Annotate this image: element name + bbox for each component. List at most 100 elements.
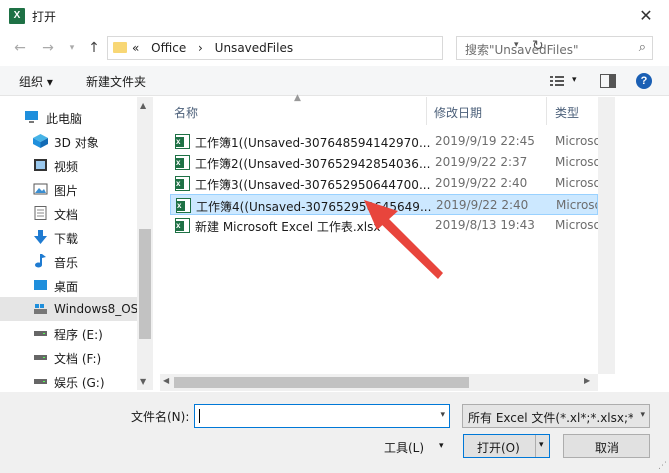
nav-item-downloads[interactable]: 下载 xyxy=(0,225,137,249)
os-drive-icon xyxy=(34,304,47,314)
column-header-type[interactable]: 类型 xyxy=(555,104,579,121)
tools-menu-button[interactable]: 工具(L) ▾ xyxy=(366,434,456,458)
text-caret xyxy=(199,409,200,423)
file-name: 工作簿1((Unsaved-307648594142970... xyxy=(195,136,431,150)
nav-item-label: 视频 xyxy=(54,160,79,174)
column-divider[interactable] xyxy=(546,97,547,125)
chevron-down-icon[interactable]: ▾ xyxy=(440,410,445,420)
file-row[interactable]: 新建 Microsoft Excel 工作表.xlsx 2019/8/13 19… xyxy=(170,215,598,236)
file-type: Microso xyxy=(555,176,598,190)
drive-icon xyxy=(34,379,47,384)
file-type: Microso xyxy=(555,155,598,169)
up-arrow-icon[interactable]: ↑ xyxy=(84,38,104,58)
file-row[interactable]: 工作簿1((Unsaved-307648594142970... 2019/9/… xyxy=(170,131,598,152)
file-name: 工作簿2((Unsaved-307652942854036... xyxy=(195,157,431,171)
column-divider[interactable] xyxy=(426,97,427,125)
excel-file-icon xyxy=(176,198,191,213)
file-row-selected[interactable]: 工作簿4((Unsaved-307652950645649... 2019/9/… xyxy=(170,194,598,215)
file-date: 2019/9/22 2:40 xyxy=(436,198,529,212)
new-folder-button[interactable]: 新建文件夹 xyxy=(86,73,146,90)
file-type: Microso xyxy=(555,134,598,148)
video-icon xyxy=(34,159,47,171)
drive-icon xyxy=(34,355,47,360)
nav-item-label: 程序 (E:) xyxy=(54,328,103,342)
view-dropdown-icon[interactable]: ▾ xyxy=(572,75,577,85)
excel-file-icon xyxy=(175,176,190,191)
chevron-down-icon[interactable]: ▾ xyxy=(62,38,82,58)
address-bar[interactable]: « Office › UnsavedFiles ▾ ↻ xyxy=(107,36,544,60)
file-date: 2019/9/19 22:45 xyxy=(435,134,535,148)
breadcrumb-office[interactable]: Office xyxy=(151,41,186,55)
nav-item-label: 文档 xyxy=(54,208,79,222)
nav-item-drive-e[interactable]: 程序 (E:) xyxy=(0,321,137,345)
breadcrumb-overflow[interactable]: « xyxy=(132,41,139,55)
nav-item-documents[interactable]: 文档 xyxy=(0,201,137,225)
file-row[interactable]: 工作簿2((Unsaved-307652942854036... 2019/9/… xyxy=(170,152,598,173)
excel-icon: X xyxy=(9,8,25,24)
scroll-right-icon[interactable]: ▶ xyxy=(584,376,590,385)
view-options-icon[interactable] xyxy=(549,74,565,88)
bottom-panel: 文件名(N): ▾ 所有 Excel 文件(*.xl*;*.xlsx;*.xl … xyxy=(0,392,669,473)
nav-item-pictures[interactable]: 图片 xyxy=(0,177,137,201)
chevron-down-icon[interactable]: ▾ xyxy=(640,410,645,420)
nav-item-windows8-os[interactable]: Windows8_OS xyxy=(0,297,139,321)
nav-item-this-pc[interactable]: 此电脑 xyxy=(0,105,137,129)
excel-file-icon xyxy=(175,134,190,149)
breadcrumb-separator[interactable]: › xyxy=(198,41,203,55)
column-header-name[interactable]: 名称 xyxy=(174,104,198,121)
picture-icon xyxy=(33,183,48,195)
resize-grip-icon[interactable]: ⋰ xyxy=(658,461,667,471)
open-button[interactable]: 打开(O) ▾ xyxy=(463,434,550,458)
file-type: Microso xyxy=(556,198,598,212)
filename-label: 文件名(N): xyxy=(131,410,190,424)
filetype-select[interactable]: 所有 Excel 文件(*.xl*;*.xlsx;*.xl ▾ xyxy=(462,404,650,428)
nav-item-label: 图片 xyxy=(54,184,79,198)
tools-label: 工具(L) xyxy=(384,441,425,455)
nav-scrollbar[interactable]: ▲ ▼ xyxy=(137,97,153,390)
search-placeholder: 搜索"UnsavedFiles" xyxy=(465,43,579,57)
scroll-down-icon[interactable]: ▼ xyxy=(140,377,146,386)
nav-item-label: 3D 对象 xyxy=(54,136,99,150)
help-icon[interactable]: ? xyxy=(636,73,652,89)
preview-pane-icon[interactable] xyxy=(600,74,616,88)
folder-icon xyxy=(113,42,127,53)
breadcrumb-unsavedfiles[interactable]: UnsavedFiles xyxy=(215,41,293,55)
nav-item-music[interactable]: 音乐 xyxy=(0,249,137,273)
forward-arrow-icon[interactable]: → xyxy=(38,38,58,58)
list-horizontal-scrollbar[interactable]: ◀ ▶ xyxy=(160,374,598,391)
title-bar: X 打开 ✕ xyxy=(0,0,669,32)
file-name: 新建 Microsoft Excel 工作表.xlsx xyxy=(195,220,381,234)
nav-scroll-thumb[interactable] xyxy=(139,229,151,339)
window-title: 打开 xyxy=(32,10,57,24)
nav-item-label: 娱乐 (G:) xyxy=(54,376,105,390)
nav-item-drive-g[interactable]: 娱乐 (G:) xyxy=(0,369,137,390)
organize-menu[interactable]: 组织 ▾ xyxy=(19,73,53,90)
file-date: 2019/8/13 19:43 xyxy=(435,218,535,232)
scroll-left-icon[interactable]: ◀ xyxy=(163,376,169,385)
column-header-row: ▲ 名称 修改日期 类型 xyxy=(160,93,598,125)
list-vertical-scrollbar[interactable] xyxy=(598,97,615,374)
nav-item-label: Windows8_OS xyxy=(54,302,139,316)
file-row[interactable]: 工作簿3((Unsaved-307652950644700... 2019/9/… xyxy=(170,173,598,194)
command-bar: 组织 ▾ 新建文件夹 ▾ ? xyxy=(0,66,669,96)
scroll-up-icon[interactable]: ▲ xyxy=(140,101,146,110)
search-input[interactable]: 搜索"UnsavedFiles" ⌕ xyxy=(456,36,653,60)
open-options-dropdown[interactable]: ▾ xyxy=(535,435,549,457)
download-icon xyxy=(34,230,47,244)
cancel-button[interactable]: 取消 xyxy=(563,434,650,458)
search-icon[interactable]: ⌕ xyxy=(639,40,646,55)
nav-item-drive-f[interactable]: 文档 (F:) xyxy=(0,345,137,369)
nav-item-desktop[interactable]: 桌面 xyxy=(0,273,137,297)
back-arrow-icon[interactable]: ← xyxy=(10,38,30,58)
close-button[interactable]: ✕ xyxy=(623,0,669,32)
nav-item-3d-objects[interactable]: 3D 对象 xyxy=(0,129,137,153)
sort-ascending-icon: ▲ xyxy=(294,93,301,103)
chevron-down-icon: ▾ xyxy=(539,440,544,450)
desktop-icon xyxy=(34,280,47,290)
drive-icon xyxy=(34,331,47,336)
column-header-date[interactable]: 修改日期 xyxy=(434,104,482,121)
horizontal-scroll-thumb[interactable] xyxy=(174,377,469,388)
filename-input[interactable]: ▾ xyxy=(194,404,450,428)
nav-item-videos[interactable]: 视频 xyxy=(0,153,137,177)
file-date: 2019/9/22 2:37 xyxy=(435,155,528,169)
